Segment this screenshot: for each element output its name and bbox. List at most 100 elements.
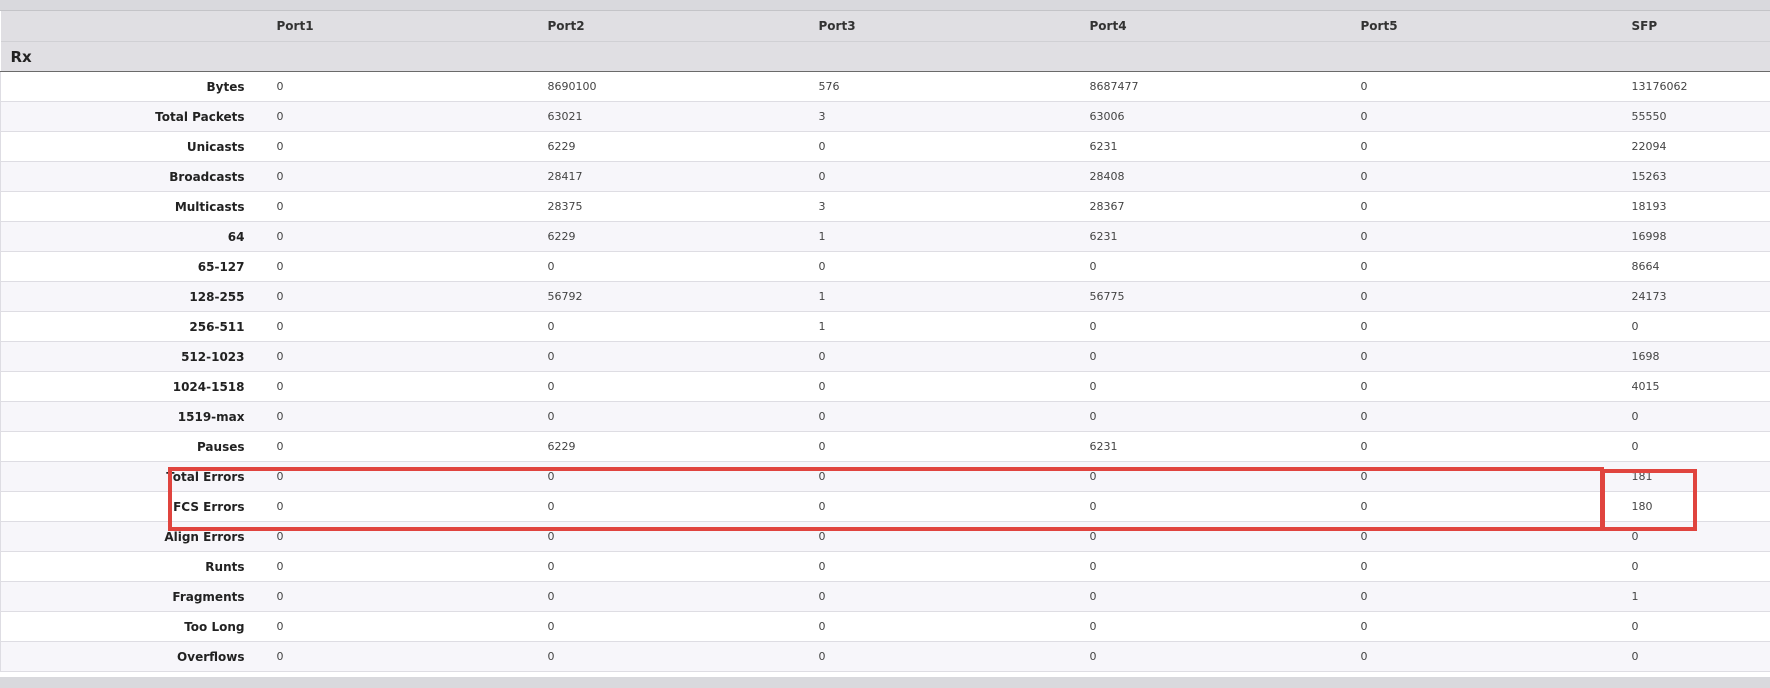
cell-value: 28417 bbox=[535, 161, 807, 192]
cell-value: 0 bbox=[264, 491, 536, 522]
row-label: FCS Errors bbox=[0, 491, 265, 522]
table-row: Fragments 0 0 0 0 0 1 bbox=[0, 581, 1770, 612]
table-row: 65-127 0 0 0 0 0 8664 bbox=[0, 251, 1770, 282]
cell-value: 0 bbox=[806, 161, 1078, 192]
cell-value: 0 bbox=[264, 521, 536, 552]
cell-value: 0 bbox=[1077, 521, 1349, 552]
row-label: Align Errors bbox=[0, 521, 265, 552]
cell-value: 0 bbox=[1619, 311, 1770, 342]
cell-value: 63006 bbox=[1077, 101, 1349, 132]
row-label: Fragments bbox=[0, 581, 265, 612]
row-label: 64 bbox=[0, 221, 265, 252]
row-label: Too Long bbox=[0, 611, 265, 642]
row-label: Total Errors bbox=[0, 461, 265, 492]
table-row: Unicasts 0 6229 0 6231 0 22094 bbox=[0, 131, 1770, 162]
cell-value: 0 bbox=[264, 161, 536, 192]
cell-value: 0 bbox=[264, 251, 536, 282]
cell-value: 0 bbox=[1348, 71, 1620, 102]
cell-value: 1 bbox=[806, 311, 1078, 342]
cell-value: 0 bbox=[264, 581, 536, 612]
cell-value: 0 bbox=[535, 491, 807, 522]
row-label: 1024-1518 bbox=[0, 371, 265, 402]
cell-value: 0 bbox=[1077, 401, 1349, 432]
cell-value: 0 bbox=[806, 581, 1078, 612]
table-row: Overflows 0 0 0 0 0 0 bbox=[0, 641, 1770, 672]
cell-value: 6229 bbox=[535, 131, 807, 162]
column-header-port2: Port2 bbox=[535, 11, 807, 42]
column-header-port5: Port5 bbox=[1348, 11, 1620, 42]
cell-value: 0 bbox=[535, 251, 807, 282]
column-header-port4: Port4 bbox=[1077, 11, 1349, 42]
cell-value: 55550 bbox=[1619, 101, 1770, 132]
top-border-strip bbox=[0, 0, 1770, 11]
table-row: 128-255 0 56792 1 56775 0 24173 bbox=[0, 281, 1770, 312]
cell-value: 1 bbox=[806, 281, 1078, 312]
cell-value: 0 bbox=[1348, 641, 1620, 672]
cell-value: 0 bbox=[1619, 611, 1770, 642]
row-label: 1519-max bbox=[0, 401, 265, 432]
cell-value: 13176062 bbox=[1619, 71, 1770, 102]
cell-value: 0 bbox=[1348, 191, 1620, 222]
row-label: 128-255 bbox=[0, 281, 265, 312]
cell-value: 0 bbox=[264, 191, 536, 222]
table-row: Align Errors 0 0 0 0 0 0 bbox=[0, 521, 1770, 552]
cell-value: 0 bbox=[264, 281, 536, 312]
row-label: Total Packets bbox=[0, 101, 265, 132]
cell-value: 0 bbox=[264, 401, 536, 432]
cell-value: 0 bbox=[535, 461, 807, 492]
cell-value: 16998 bbox=[1619, 221, 1770, 252]
table-row: FCS Errors 0 0 0 0 0 180 bbox=[0, 491, 1770, 522]
cell-value: 0 bbox=[264, 71, 536, 102]
cell-value: 0 bbox=[1348, 311, 1620, 342]
cell-value: 0 bbox=[1348, 371, 1620, 402]
cell-value: 0 bbox=[1077, 551, 1349, 582]
cell-value: 0 bbox=[535, 581, 807, 612]
cell-value: 6231 bbox=[1077, 221, 1349, 252]
cell-value: 0 bbox=[1348, 101, 1620, 132]
cell-value: 56775 bbox=[1077, 281, 1349, 312]
cell-value: 0 bbox=[264, 131, 536, 162]
cell-value: 0 bbox=[264, 641, 536, 672]
cell-value: 28408 bbox=[1077, 161, 1349, 192]
table-row: Broadcasts 0 28417 0 28408 0 15263 bbox=[0, 161, 1770, 192]
cell-value: 0 bbox=[1077, 581, 1349, 612]
cell-value: 8690100 bbox=[535, 71, 807, 102]
row-label: 512-1023 bbox=[0, 341, 265, 372]
table-row: Pauses 0 6229 0 6231 0 0 bbox=[0, 431, 1770, 462]
cell-value: 0 bbox=[806, 371, 1078, 402]
cell-value: 0 bbox=[806, 251, 1078, 282]
cell-value: 0 bbox=[1348, 521, 1620, 552]
cell-value: 0 bbox=[1619, 431, 1770, 462]
cell-value: 0 bbox=[535, 311, 807, 342]
cell-value: 0 bbox=[1077, 611, 1349, 642]
row-label: Multicasts bbox=[0, 191, 265, 222]
cell-value: 56792 bbox=[535, 281, 807, 312]
cell-value: 0 bbox=[535, 611, 807, 642]
port-statistics-page: Port1 Port2 Port3 Port4 Port5 SFP Rx Byt… bbox=[0, 0, 1770, 688]
table-row: 1519-max 0 0 0 0 0 0 bbox=[0, 401, 1770, 432]
row-label: Overflows bbox=[0, 641, 265, 672]
row-label: Unicasts bbox=[0, 131, 265, 162]
cell-value: 0 bbox=[1077, 341, 1349, 372]
cell-value: 6229 bbox=[535, 221, 807, 252]
cell-value: 8687477 bbox=[1077, 71, 1349, 102]
cell-value: 6231 bbox=[1077, 431, 1349, 462]
cell-value: 0 bbox=[1077, 461, 1349, 492]
cell-value: 0 bbox=[1619, 521, 1770, 552]
cell-value: 0 bbox=[264, 341, 536, 372]
cell-value: 0 bbox=[1619, 641, 1770, 672]
cell-value: 0 bbox=[535, 401, 807, 432]
column-header-port1: Port1 bbox=[264, 11, 536, 42]
cell-value: 0 bbox=[806, 341, 1078, 372]
cell-value: 0 bbox=[1348, 401, 1620, 432]
cell-value: 0 bbox=[264, 551, 536, 582]
cell-value: 0 bbox=[264, 221, 536, 252]
cell-value: 0 bbox=[806, 401, 1078, 432]
table-row: Too Long 0 0 0 0 0 0 bbox=[0, 611, 1770, 642]
row-label: Runts bbox=[0, 551, 265, 582]
cell-value: 0 bbox=[264, 461, 536, 492]
cell-value: 0 bbox=[535, 551, 807, 582]
cell-value: 0 bbox=[535, 521, 807, 552]
column-header-label bbox=[0, 11, 265, 42]
table-row: 64 0 6229 1 6231 0 16998 bbox=[0, 221, 1770, 252]
